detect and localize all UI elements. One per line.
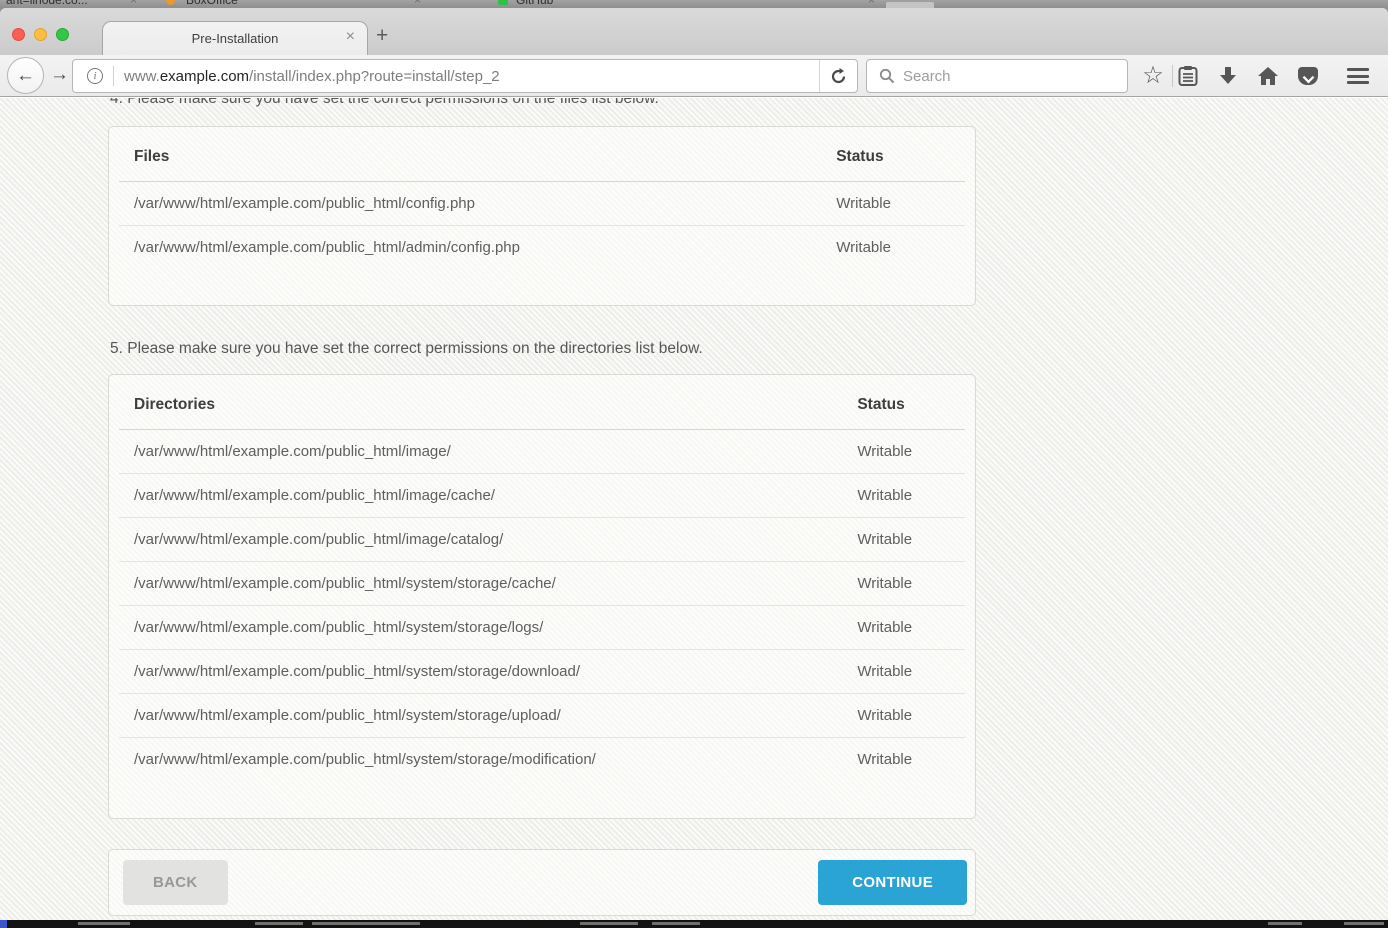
tab-bar: Pre-Installation × + [0, 8, 1388, 55]
directory-path: /var/www/html/example.com/public_html/sy… [119, 606, 842, 650]
files-section-heading: 4. Please make sure you have set the cor… [110, 98, 976, 110]
directory-path: /var/www/html/example.com/public_html/sy… [119, 650, 842, 694]
bottom-strip-accent [0, 920, 7, 928]
bookmark-star-button[interactable]: ☆ [1140, 63, 1166, 89]
url-input[interactable]: i www.example.com/install/index.php?rout… [72, 59, 858, 93]
directories-section-heading: 5. Please make sure you have set the cor… [110, 338, 976, 360]
menu-button[interactable] [1345, 63, 1371, 89]
status-value: Writable [842, 694, 965, 738]
hamburger-icon [1347, 68, 1369, 84]
table-row: /var/www/html/example.com/public_html/sy… [119, 738, 965, 782]
window-close-button[interactable] [12, 28, 25, 41]
table-row: /var/www/html/example.com/public_html/sy… [119, 606, 965, 650]
search-icon [879, 68, 895, 84]
background-tab-github[interactable]: GitHub [516, 0, 553, 7]
bookmarks-list-button[interactable] [1175, 63, 1201, 89]
status-value: Writable [842, 474, 965, 518]
status-value: Writable [842, 606, 965, 650]
directory-path: /var/www/html/example.com/public_html/sy… [119, 694, 842, 738]
directories-panel: Directories Status /var/www/html/example… [108, 374, 976, 819]
directory-path: /var/www/html/example.com/public_html/im… [119, 430, 842, 474]
status-value: Writable [842, 518, 965, 562]
home-icon [1257, 66, 1279, 86]
background-tab-boxoffice[interactable]: BoxOffice [186, 0, 238, 7]
back-button[interactable]: ← [7, 57, 44, 94]
table-row: /var/www/html/example.com/public_html/sy… [119, 694, 965, 738]
actions-panel: BACK CONTINUE [108, 849, 976, 916]
url-domain: example.com [160, 68, 249, 85]
pocket-button[interactable] [1295, 63, 1321, 89]
continue-button[interactable]: CONTINUE [818, 860, 967, 905]
star-icon: ☆ [1142, 64, 1164, 88]
directories-table: Directories Status /var/www/html/example… [119, 375, 965, 782]
files-table: Files Status /var/www/html/example.com/p… [119, 127, 965, 270]
background-tab-linode[interactable]: ant=linode.co... [6, 0, 88, 7]
table-row: /var/www/html/example.com/public_html/ad… [119, 226, 965, 270]
toolbar-divider [1172, 65, 1173, 87]
clipboard-icon [1177, 65, 1199, 87]
table-row: /var/www/html/example.com/public_html/im… [119, 518, 965, 562]
close-icon[interactable]: × [130, 0, 137, 7]
downloads-button[interactable] [1215, 63, 1241, 89]
navigation-toolbar: ← → i www.example.com/install/index.php?… [0, 55, 1388, 97]
background-bottom-strip [0, 920, 1388, 928]
directory-path: /var/www/html/example.com/public_html/sy… [119, 562, 842, 606]
close-icon[interactable]: × [414, 0, 421, 7]
directory-path: /var/www/html/example.com/public_html/sy… [119, 738, 842, 782]
forward-button[interactable]: → [50, 64, 69, 86]
boxoffice-favicon [166, 0, 175, 5]
tab-pre-installation[interactable]: Pre-Installation × [102, 21, 368, 55]
status-value: Writable [821, 226, 965, 270]
status-column-header: Status [842, 375, 965, 430]
window-zoom-button[interactable] [56, 28, 69, 41]
status-value: Writable [821, 182, 965, 226]
url-prefix: www. [124, 68, 160, 85]
directories-column-header: Directories [119, 375, 842, 430]
table-row: /var/www/html/example.com/public_html/im… [119, 474, 965, 518]
search-input[interactable] [903, 68, 1103, 85]
table-row: /var/www/html/example.com/public_html/sy… [119, 650, 965, 694]
directory-path: /var/www/html/example.com/public_html/im… [119, 518, 842, 562]
firefox-window: Pre-Installation × + ← → i www.example.c… [0, 8, 1388, 920]
home-button[interactable] [1255, 63, 1281, 89]
table-row: /var/www/html/example.com/public_html/co… [119, 182, 965, 226]
new-tab-button[interactable]: + [376, 26, 388, 46]
file-path: /var/www/html/example.com/public_html/co… [119, 182, 821, 226]
tab-title: Pre-Installation [192, 31, 279, 46]
url-divider [113, 66, 114, 86]
files-column-header: Files [119, 127, 821, 182]
status-value: Writable [842, 430, 965, 474]
status-value: Writable [842, 738, 965, 782]
pocket-icon [1298, 67, 1318, 85]
url-text: www.example.com/install/index.php?route=… [124, 68, 819, 85]
back-step-button[interactable]: BACK [123, 860, 228, 905]
file-path: /var/www/html/example.com/public_html/ad… [119, 226, 821, 270]
reload-button[interactable] [819, 60, 857, 92]
status-value: Writable [842, 562, 965, 606]
tab-close-icon[interactable]: × [346, 28, 355, 46]
back-arrow-icon: ← [16, 65, 35, 86]
search-box[interactable] [866, 59, 1128, 93]
window-minimize-button[interactable] [34, 28, 47, 41]
download-icon [1218, 66, 1238, 86]
reload-icon [830, 68, 847, 85]
files-panel: Files Status /var/www/html/example.com/p… [108, 126, 976, 306]
status-column-header: Status [821, 127, 965, 182]
url-path: /install/index.php?route=install/step_2 [249, 68, 500, 85]
page-content: 4. Please make sure you have set the cor… [0, 98, 1388, 920]
table-row: /var/www/html/example.com/public_html/sy… [119, 562, 965, 606]
directory-path: /var/www/html/example.com/public_html/im… [119, 474, 842, 518]
github-favicon [498, 0, 508, 5]
close-icon[interactable]: × [868, 0, 875, 7]
status-value: Writable [842, 650, 965, 694]
table-row: /var/www/html/example.com/public_html/im… [119, 430, 965, 474]
site-info-icon[interactable]: i [87, 68, 103, 84]
background-window-tab-strip: ant=linode.co... × BoxOffice × GitHub × [0, 0, 1388, 8]
